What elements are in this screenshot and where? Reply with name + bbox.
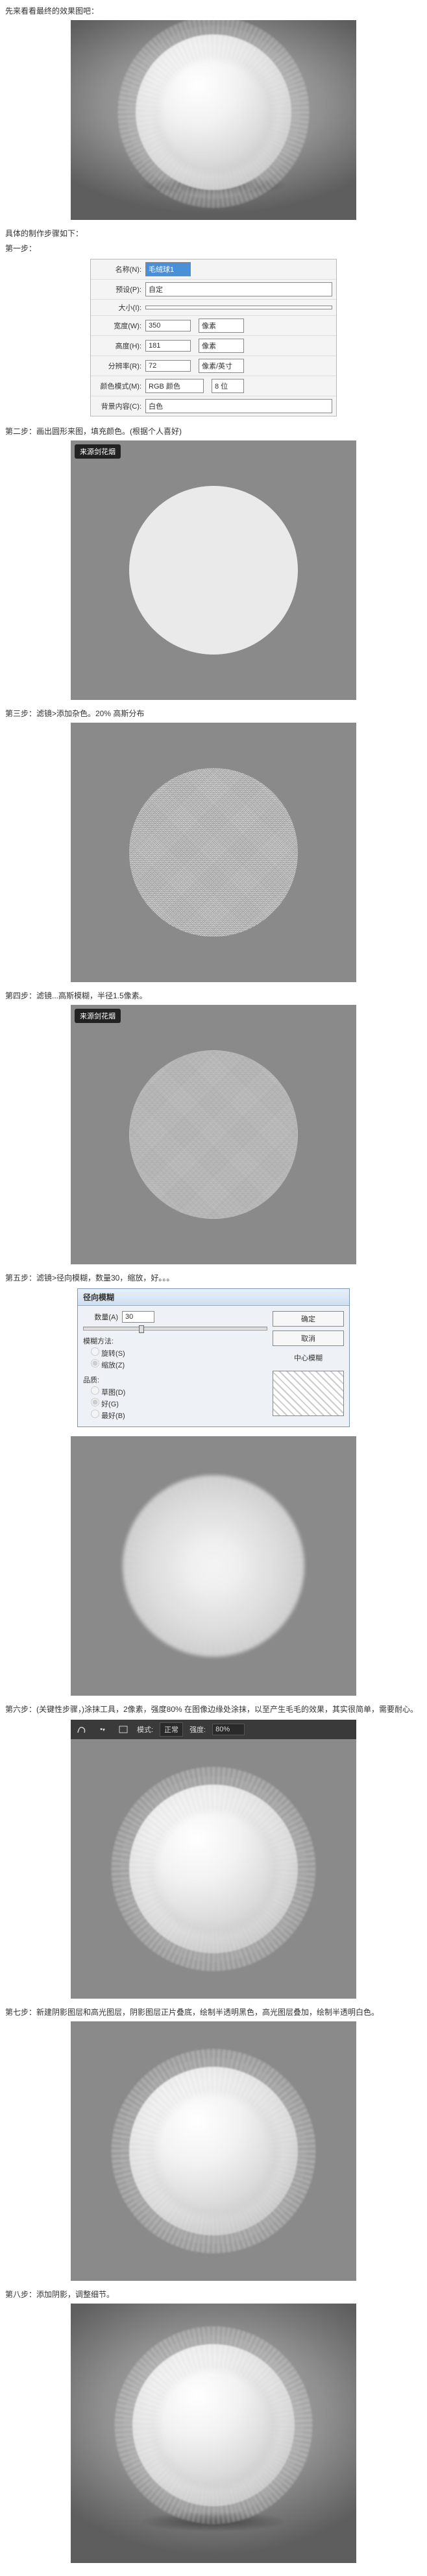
step-7-title: 第七步：新建阴影图层和高光图层，阴影图层正片叠底，绘制半透明黑色，高光图层叠加，… <box>5 2006 422 2017</box>
mode-label: 颜色模式(M): <box>95 381 145 391</box>
opt-best[interactable]: 最好(B) <box>91 1410 273 1421</box>
step-6-title: 第六步：(关键性步骤，)涂抹工具，2像素，强度80% 在图像边缘处涂抹，以至产生… <box>5 1703 422 1715</box>
figure-step3 <box>71 723 356 982</box>
smudge-tool-icon[interactable] <box>75 1724 89 1735</box>
step-5-title: 第五步：滤镜>径向模糊，数量30，缩放，好。。。 <box>5 1272 422 1283</box>
height-label: 高度(H): <box>95 341 145 351</box>
method-group-label: 模糊方法: <box>83 1336 273 1346</box>
size-label: 大小(I): <box>95 302 145 313</box>
opt-spin[interactable]: 旋转(S) <box>91 1347 273 1359</box>
preset-label: 预设(P): <box>95 284 145 295</box>
dialog-title: 径向模糊 <box>78 1289 349 1306</box>
smudged-ball <box>129 1785 298 1953</box>
opt-draft[interactable]: 草图(D) <box>91 1386 273 1398</box>
figure-step6 <box>71 1739 356 1999</box>
step-2-title: 第二步：画出圆形来图，填充颜色。(根据个人喜好) <box>5 426 422 437</box>
radial-blur-circle <box>123 1475 304 1657</box>
width-label: 宽度(W): <box>95 320 145 331</box>
ps-options-bar: •▾ 模式: 正常 强度: 80% <box>71 1720 356 1739</box>
figure-final <box>71 20 356 220</box>
width-input[interactable]: 350 <box>145 320 191 331</box>
intro-text: 先来看看最终的效果图吧： <box>5 5 422 16</box>
radial-blur-dialog: 径向模糊 数量(A) 30 模糊方法: 旋转(S) 缩放(Z) 品质: 草图(D… <box>77 1288 350 1427</box>
amount-input[interactable]: 30 <box>122 1311 154 1323</box>
brush-panel-icon[interactable] <box>116 1724 130 1735</box>
mode-select[interactable]: RGB 颜色 <box>145 379 204 393</box>
figure-step8 <box>71 2304 356 2563</box>
new-doc-dialog: 名称(N): 毛绒球1 预设(P): 自定 大小(I): 宽度(W): 350 … <box>90 259 337 416</box>
figure-step4: 来源剑花烟 <box>71 1005 356 1264</box>
procedure-heading: 具体的制作步骤如下： <box>5 228 422 239</box>
res-label: 分辨率(R): <box>95 361 145 371</box>
amount-slider[interactable] <box>83 1327 267 1330</box>
final-furball <box>136 34 291 190</box>
slider-thumb[interactable] <box>139 1325 144 1333</box>
bit-select[interactable]: 8 位 <box>212 379 244 393</box>
source-badge: 来源剑花烟 <box>75 1009 121 1023</box>
blur-noise-circle <box>129 1050 298 1219</box>
strength-input[interactable]: 80% <box>212 1724 245 1735</box>
name-label: 名称(N): <box>95 264 145 274</box>
res-unit-select[interactable]: 像素/英寸 <box>199 359 244 373</box>
ok-button[interactable]: 确定 <box>273 1311 344 1327</box>
amount-label: 数量(A) <box>83 1312 122 1322</box>
center-label: 中心模糊 <box>273 1353 344 1363</box>
size-select[interactable] <box>145 306 332 309</box>
bg-select[interactable]: 白色 <box>145 399 332 413</box>
step-8-title: 第八步：添加阴影，调整细节。 <box>5 2289 422 2300</box>
figure-step7 <box>71 2021 356 2281</box>
blur-center-preview[interactable] <box>273 1371 344 1416</box>
quality-group-label: 品质: <box>83 1375 273 1385</box>
figure-step5 <box>71 1436 356 1696</box>
step-1-title: 第一步： <box>5 243 422 254</box>
figure-step2: 来源剑花烟 <box>71 440 356 700</box>
blend-mode-select[interactable]: 正常 <box>160 1722 183 1737</box>
res-input[interactable]: 72 <box>145 360 191 372</box>
height-unit-select[interactable]: 像素 <box>199 339 244 353</box>
final-ball-detail <box>132 2344 295 2507</box>
step-3-title: 第三步：滤镜>添加杂色。20% 高斯分布 <box>5 708 422 719</box>
width-unit-select[interactable]: 像素 <box>199 319 244 333</box>
opt-good[interactable]: 好(G) <box>91 1398 273 1410</box>
brush-preset-icon[interactable]: •▾ <box>95 1724 110 1735</box>
noise-circle <box>129 768 298 937</box>
plain-circle <box>129 486 298 655</box>
opt-zoom[interactable]: 缩放(Z) <box>91 1359 273 1371</box>
bg-label: 背景内容(C): <box>95 401 145 411</box>
cancel-button[interactable]: 取消 <box>273 1330 344 1346</box>
mode-label: 模式: <box>137 1724 153 1735</box>
step-4-title: 第四步：滤镜...高斯模糊，半径1.5像素。 <box>5 990 422 1001</box>
preset-select[interactable]: 自定 <box>145 282 332 296</box>
source-badge: 来源剑花烟 <box>75 444 121 459</box>
strength-label: 强度: <box>189 1724 206 1735</box>
shaded-ball <box>129 2067 298 2235</box>
name-input[interactable]: 毛绒球1 <box>145 262 191 276</box>
height-input[interactable]: 181 <box>145 340 191 352</box>
